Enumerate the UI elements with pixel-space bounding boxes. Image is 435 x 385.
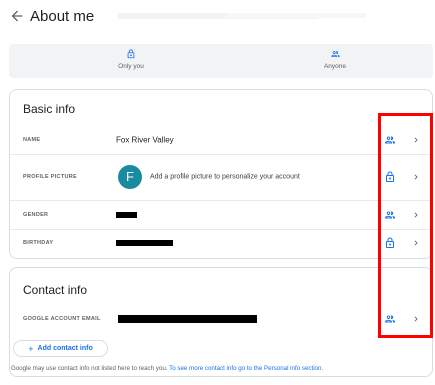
divider	[10, 154, 432, 155]
birthday-row[interactable]: BIRTHDAY	[10, 229, 434, 257]
contact-info-title: Contact info	[23, 283, 88, 297]
gender-row[interactable]: GENDER	[10, 201, 434, 229]
contact-info-card: Contact info GOOGLE ACCOUNT EMAIL	[9, 267, 433, 377]
lock-icon	[127, 49, 135, 59]
top-bar: About me	[0, 0, 435, 36]
name-row[interactable]: NAME Fox River Valley	[10, 126, 434, 154]
profile-picture-label: PROFILE PICTURE	[23, 174, 78, 180]
name-value: Fox River Valley	[116, 135, 174, 145]
birthday-label: BIRTHDAY	[23, 240, 54, 246]
profile-picture-prompt: Add a profile picture to personalize you…	[150, 173, 300, 181]
personal-info-link[interactable]: To see more contact info go to the Perso…	[169, 365, 323, 372]
visibility-anyone: Anyone	[265, 49, 405, 70]
gender-label: GENDER	[23, 212, 49, 218]
faded-background-text-2	[226, 13, 366, 18]
add-contact-info-label: Add contact info	[37, 345, 93, 352]
redacted-birthday	[116, 240, 173, 246]
avatar[interactable]: F	[118, 165, 142, 189]
add-contact-info-button[interactable]: + Add contact info	[13, 340, 108, 357]
back-arrow-icon[interactable]	[9, 8, 25, 24]
red-highlight-box	[378, 113, 433, 338]
name-label: NAME	[23, 137, 41, 143]
email-label: GOOGLE ACCOUNT EMAIL	[23, 316, 101, 322]
only-you-label: Only you	[118, 63, 144, 70]
email-row[interactable]: GOOGLE ACCOUNT EMAIL	[10, 305, 434, 333]
redacted-gender	[116, 212, 137, 218]
page-title: About me	[30, 8, 95, 25]
people-icon	[330, 51, 340, 57]
visibility-only-you: Only you	[61, 49, 201, 70]
basic-info-title: Basic info	[23, 102, 76, 116]
contact-note-text: Google may use contact info not listed h…	[11, 365, 170, 372]
basic-info-card: Basic info NAME Fox River Valley PROFILE…	[9, 89, 433, 259]
plus-icon: +	[28, 343, 34, 354]
profile-picture-row[interactable]: PROFILE PICTURE F Add a profile picture …	[10, 160, 434, 194]
anyone-label: Anyone	[323, 63, 347, 70]
contact-note: Google may use contact info not listed h…	[11, 365, 323, 372]
visibility-legend: Only you Anyone	[9, 44, 433, 78]
redacted-email	[118, 315, 257, 323]
